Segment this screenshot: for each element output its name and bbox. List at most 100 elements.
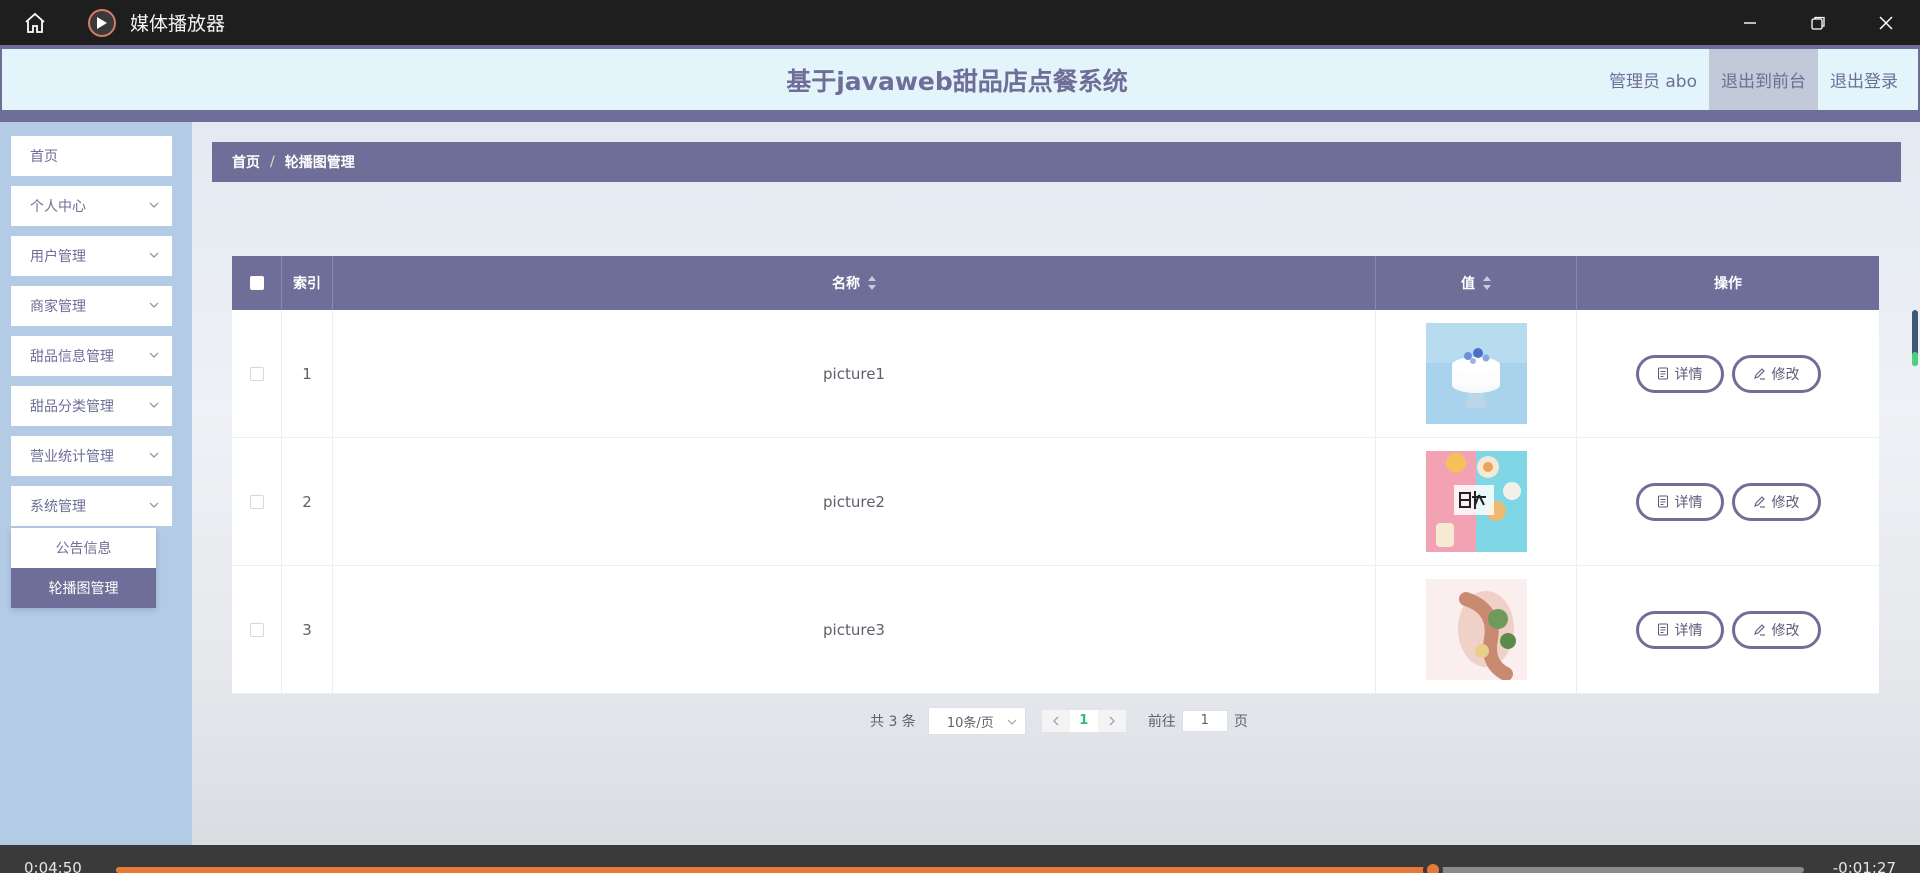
column-header-label: 值	[1461, 276, 1475, 292]
chevron-right-icon	[1109, 716, 1115, 726]
close-icon	[1879, 15, 1893, 30]
pagination-total: 共 3 条	[870, 714, 916, 730]
current-user: 管理员 abo	[1608, 72, 1697, 92]
edit-button[interactable]: 修改	[1731, 610, 1821, 649]
chevron-down-icon	[149, 352, 159, 358]
elapsed-time: 0:04:50	[24, 859, 82, 873]
detail-button-label: 详情	[1674, 494, 1703, 511]
detail-button[interactable]: 详情	[1635, 610, 1724, 649]
cake-thumbnail[interactable]	[1425, 323, 1527, 424]
edit-button[interactable]: 修改	[1731, 482, 1821, 521]
sidebar-item-business-statistics[interactable]: 营业统计管理	[11, 436, 172, 476]
document-icon	[1657, 623, 1668, 636]
sidebar-item-personal-center[interactable]: 个人中心	[11, 186, 172, 226]
breadcrumb: 首页 / 轮播图管理	[212, 142, 1901, 182]
row-index: 2	[282, 438, 333, 565]
page-number[interactable]: 1	[1069, 710, 1098, 732]
edit-button-label: 修改	[1771, 622, 1800, 639]
sort-icon[interactable]	[1483, 276, 1491, 290]
minimize-button[interactable]	[1716, 0, 1784, 45]
scroll-indicator[interactable]	[1912, 310, 1918, 366]
page-size-value: 10条/页	[946, 715, 994, 731]
sidebar-item-user-management[interactable]: 用户管理	[11, 236, 172, 276]
column-header-name[interactable]: 名称	[333, 256, 1376, 310]
seek-handle[interactable]	[1422, 860, 1443, 873]
sidebar-item-label: 系统管理	[30, 499, 86, 515]
seek-bar[interactable]	[116, 860, 1804, 873]
system-management-submenu: 公告信息 轮播图管理	[11, 528, 156, 608]
close-button[interactable]	[1852, 0, 1920, 45]
goto-prefix: 前往	[1147, 714, 1176, 730]
goto-page-input[interactable]: 1	[1181, 710, 1228, 732]
remaining-time: -0:01:27	[1832, 859, 1896, 873]
sort-icon[interactable]	[868, 276, 876, 290]
breadcrumb-separator: /	[270, 154, 275, 170]
page-size-select[interactable]: 10条/页	[927, 707, 1026, 735]
sidebar-item-dessert-category[interactable]: 甜品分类管理	[11, 386, 172, 426]
chevron-down-icon	[149, 252, 159, 258]
logout-button[interactable]: 退出登录	[1818, 49, 1910, 110]
table-header: 索引 名称 值 操作	[232, 256, 1879, 310]
row-select-cell	[232, 566, 282, 693]
sidebar-item-system-management[interactable]: 系统管理	[11, 486, 172, 526]
row-value-cell	[1376, 438, 1577, 565]
sidebar-item-dessert-info[interactable]: 甜品信息管理	[11, 336, 172, 376]
next-page-button[interactable]	[1098, 716, 1126, 726]
row-actions: 详情 修改	[1577, 310, 1879, 437]
submenu-item-carousel[interactable]: 轮播图管理	[11, 568, 156, 608]
table-row: 2 picture2 详情 修改	[232, 438, 1879, 566]
restore-icon	[1811, 16, 1825, 30]
sidebar-item-home[interactable]: 首页	[11, 136, 172, 176]
edit-icon	[1753, 624, 1765, 636]
sidebar-item-label: 甜品分类管理	[30, 399, 114, 415]
row-select-cell	[232, 310, 282, 437]
minimize-icon	[1744, 21, 1756, 24]
dessert-collage-thumbnail[interactable]	[1425, 451, 1527, 552]
document-icon	[1657, 495, 1668, 508]
column-header-value[interactable]: 值	[1376, 256, 1577, 310]
select-all-checkbox[interactable]	[249, 276, 264, 290]
detail-button[interactable]: 详情	[1635, 354, 1724, 393]
detail-button-label: 详情	[1674, 366, 1703, 383]
restore-button[interactable]	[1784, 0, 1852, 45]
row-name: picture2	[333, 438, 1376, 565]
chevron-down-icon	[149, 452, 159, 458]
detail-button[interactable]: 详情	[1635, 482, 1724, 521]
main-content: 首页 / 轮播图管理 索引 名称 值 操作 1 picture1 详情 修改 2…	[192, 122, 1920, 845]
chevron-left-icon	[1052, 716, 1059, 726]
page-navigator: 1	[1041, 710, 1126, 732]
column-header-label: 名称	[832, 276, 860, 292]
sidebar-item-label: 首页	[30, 149, 58, 165]
document-icon	[1657, 367, 1668, 380]
food-thumbnail[interactable]	[1425, 579, 1527, 680]
breadcrumb-home[interactable]: 首页	[232, 152, 260, 172]
sidebar-item-label: 营业统计管理	[30, 449, 114, 465]
header-actions: 管理员 abo 退出到前台 退出登录	[1597, 49, 1910, 110]
row-value-cell	[1376, 310, 1577, 437]
row-checkbox[interactable]	[249, 494, 264, 509]
goto-page: 前往 1 页	[1148, 710, 1248, 732]
header-divider	[0, 112, 1920, 122]
media-player-app-icon	[88, 8, 116, 37]
home-button[interactable]	[0, 0, 70, 45]
edit-button-label: 修改	[1771, 366, 1800, 383]
exit-to-front-button[interactable]: 退出到前台	[1709, 49, 1818, 110]
prev-page-button[interactable]	[1042, 716, 1070, 726]
edit-button[interactable]: 修改	[1731, 354, 1821, 393]
edit-icon	[1753, 496, 1765, 508]
row-index: 3	[282, 566, 333, 693]
chevron-down-icon	[149, 402, 159, 408]
submenu-item-announcements[interactable]: 公告信息	[11, 528, 156, 568]
carousel-table: 索引 名称 值 操作 1 picture1 详情 修改 2 picture2 详…	[232, 256, 1879, 694]
chevron-down-icon	[149, 502, 159, 508]
detail-button-label: 详情	[1674, 622, 1703, 639]
row-actions: 详情 修改	[1577, 438, 1879, 565]
row-name: picture3	[333, 566, 1376, 693]
sidebar-item-merchant-management[interactable]: 商家管理	[11, 286, 172, 326]
seek-bar-progress	[116, 867, 1433, 873]
player-control-bar: 0:04:50 -0:01:27	[0, 845, 1920, 873]
row-name: picture1	[333, 310, 1376, 437]
row-checkbox[interactable]	[249, 366, 264, 381]
row-checkbox[interactable]	[249, 622, 264, 637]
sidebar: 首页 个人中心 用户管理 商家管理 甜品信息管理 甜品分类管理 营业统计管理 系…	[0, 122, 192, 845]
